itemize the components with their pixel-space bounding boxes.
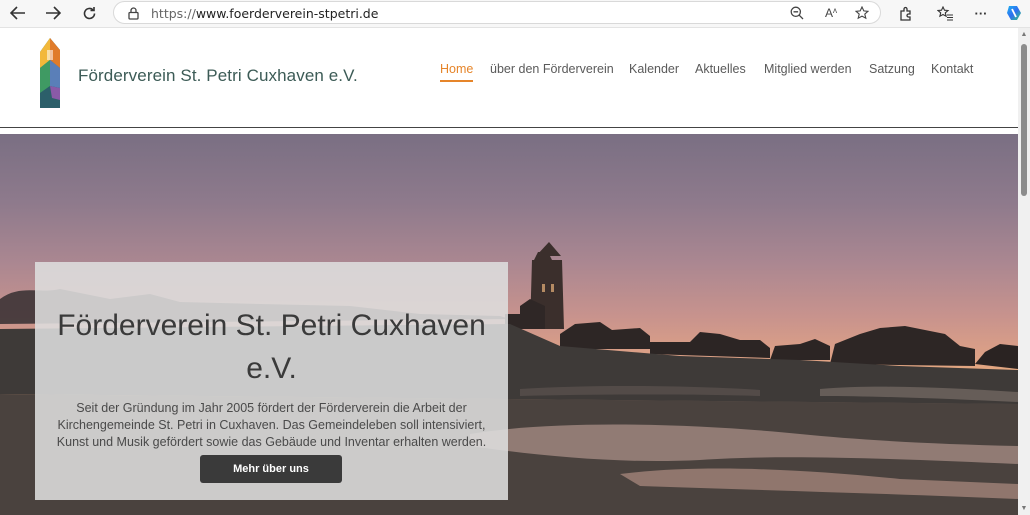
arrow-right-icon [46, 6, 61, 20]
scroll-thumb[interactable] [1021, 44, 1027, 196]
menu-item-kontakt[interactable]: Kontakt [931, 62, 973, 76]
hero-info-box: Förderverein St. Petri Cuxhaven e.V. Sei… [35, 262, 508, 500]
favorites-icon[interactable] [934, 3, 956, 23]
menu-item-kalender[interactable]: Kalender [629, 62, 679, 76]
scroll-up-icon[interactable]: ▲ [1020, 31, 1028, 38]
more-about-us-button[interactable]: Mehr über uns [200, 455, 342, 483]
lock-icon[interactable] [124, 4, 142, 22]
more-icon[interactable]: ··· [970, 3, 992, 23]
url-text[interactable]: https://www.foerderverein-stpetri.de [151, 6, 378, 21]
church-logo[interactable] [38, 38, 66, 110]
scroll-down-icon[interactable]: ▼ [1020, 505, 1028, 512]
zoom-out-icon[interactable] [788, 4, 806, 22]
reload-icon [83, 6, 95, 19]
read-aloud-icon[interactable]: Aʌ [822, 4, 840, 22]
hero-text: Seit der Gründung im Jahr 2005 fördert d… [56, 400, 487, 449]
menu-item-satzung[interactable]: Satzung [869, 62, 915, 76]
page-scrollbar[interactable]: ▲ ▼ [1018, 28, 1030, 515]
arrow-left-icon [10, 6, 25, 20]
site-title[interactable]: Förderverein St. Petri Cuxhaven e.V. [78, 66, 358, 86]
hero-section: Förderverein St. Petri Cuxhaven e.V. Sei… [0, 134, 1018, 515]
url-domain: www.foerderverein-stpetri.de [195, 6, 379, 21]
puzzle-icon[interactable] [895, 3, 917, 23]
menu-item-aktuelles[interactable]: Aktuelles [695, 62, 746, 76]
menu-item-ueber[interactable]: über den Förderverein [490, 62, 614, 76]
star-icon[interactable] [853, 4, 871, 22]
url-protocol: https:// [151, 6, 196, 21]
read-aloud-glyph: A [824, 6, 833, 20]
forward-button[interactable] [41, 2, 65, 24]
more-glyph: ··· [974, 5, 988, 21]
copilot-icon[interactable] [1003, 3, 1025, 23]
site-header: Förderverein St. Petri Cuxhaven e.V. Hom… [0, 28, 1018, 128]
reload-button[interactable] [77, 2, 101, 24]
menu-item-home[interactable]: Home [440, 62, 474, 82]
browser-toolbar: https://www.foerderverein-stpetri.de Aʌ … [0, 0, 1030, 28]
address-bar[interactable]: https://www.foerderverein-stpetri.de Aʌ [113, 1, 881, 24]
hero-heading: Förderverein St. Petri Cuxhaven e.V. [57, 309, 486, 386]
menu-item-mitglied[interactable]: Mitglied werden [764, 62, 852, 76]
back-button[interactable] [6, 2, 30, 24]
